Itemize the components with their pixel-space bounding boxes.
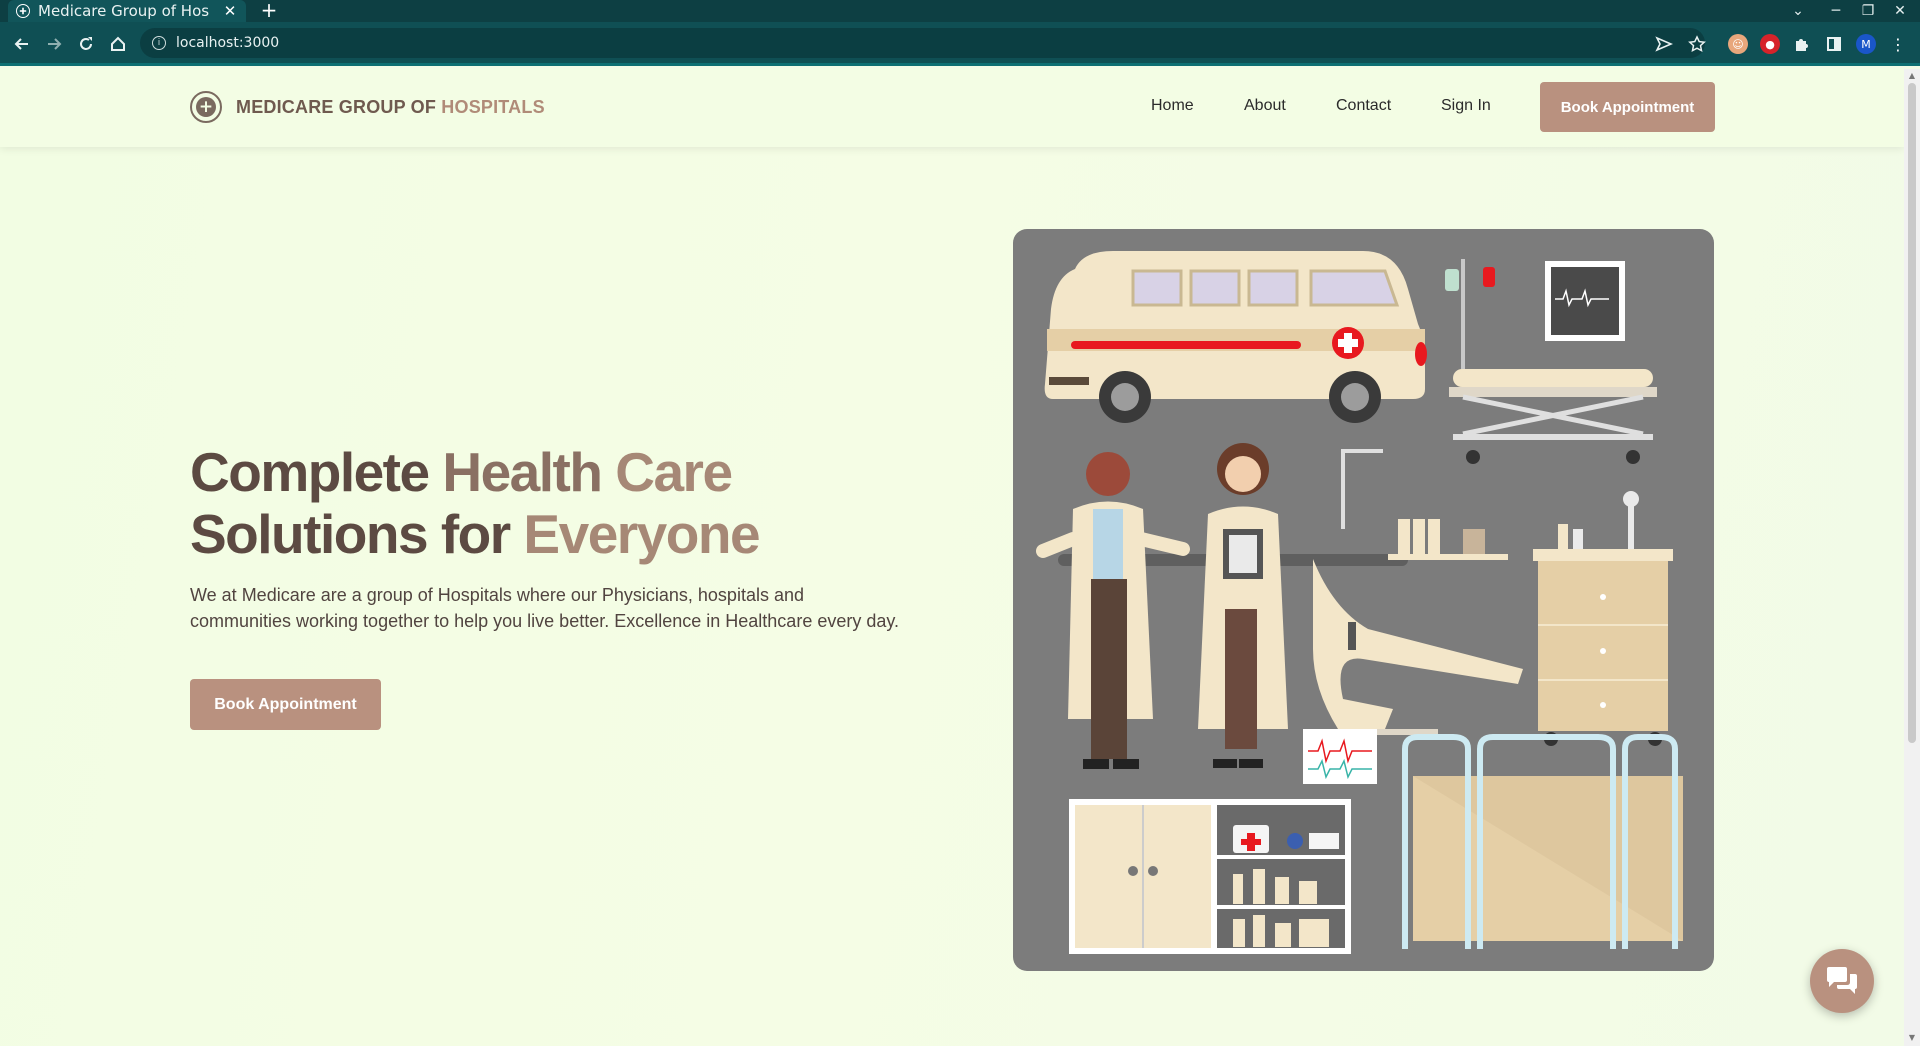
site-navbar: + MEDICARE GROUP OF HOSPITALS Home About… [0, 69, 1904, 147]
site-info-icon[interactable]: i [152, 36, 166, 50]
nav-link-sign-in[interactable]: Sign In [1441, 97, 1491, 115]
back-icon[interactable] [11, 33, 33, 55]
tab-favicon-icon [16, 4, 30, 18]
extension-face-icon[interactable]: ☺ [1728, 34, 1748, 54]
extensions-puzzle-icon[interactable] [1792, 34, 1812, 54]
brand-logo-link[interactable]: + MEDICARE GROUP OF HOSPITALS [190, 91, 545, 123]
browser-tab[interactable]: Medicare Group of Hospitals ✕ [8, 0, 246, 22]
minimize-icon[interactable]: ─ [1821, 0, 1851, 22]
medical-cross-icon: + [190, 91, 222, 123]
medicine-cabinet-illustration [1069, 799, 1351, 954]
forward-icon[interactable] [43, 33, 65, 55]
page-viewport: + MEDICARE GROUP OF HOSPITALS Home About… [0, 69, 1904, 1046]
browser-menu-icon[interactable]: ⋮ [1888, 34, 1908, 54]
privacy-screen-illustration [1402, 734, 1683, 949]
hospital-bed-illustration [1445, 259, 1657, 464]
ecg-chart-illustration [1303, 729, 1377, 784]
chat-bubbles-icon [1827, 967, 1857, 994]
page-scrollbar[interactable]: ▲ ▼ [1904, 69, 1920, 1046]
new-tab-button[interactable]: + [258, 0, 280, 22]
tab-close-icon[interactable]: ✕ [222, 2, 238, 20]
nav-book-appointment-button[interactable]: Book Appointment [1540, 82, 1715, 132]
address-url: localhost:3000 [176, 35, 280, 51]
nav-link-home[interactable]: Home [1151, 97, 1194, 115]
home-icon[interactable] [107, 33, 129, 55]
hero-title: Complete Health Care Solutions for Every… [190, 441, 761, 565]
nav-link-contact[interactable]: Contact [1336, 97, 1391, 115]
chat-button[interactable] [1810, 949, 1874, 1013]
male-doctor-illustration [1036, 452, 1190, 769]
browser-tab-strip: Medicare Group of Hospitals ✕ + ⌄ ─ ❐ ✕ [0, 0, 1920, 22]
restore-icon[interactable]: ❐ [1853, 0, 1883, 22]
brand-name: MEDICARE GROUP OF HOSPITALS [236, 96, 545, 117]
scroll-up-arrow-icon[interactable]: ▲ [1907, 72, 1917, 80]
profile-avatar[interactable]: M [1856, 34, 1876, 54]
tab-title: Medicare Group of Hospitals [38, 2, 210, 20]
hero-book-appointment-button[interactable]: Book Appointment [190, 679, 381, 730]
bookmark-star-icon[interactable] [1686, 33, 1708, 55]
browser-toolbar: i localhost:3000 ☺ ● M ⋮ [0, 22, 1920, 66]
hero-description: We at Medicare are a group of Hospitals … [190, 585, 900, 631]
medical-cart-illustration [1533, 491, 1673, 746]
tab-list-chevron-icon[interactable]: ⌄ [1783, 0, 1813, 22]
hospital-illustration [1013, 229, 1714, 971]
nav-link-about[interactable]: About [1244, 97, 1286, 115]
extension-red-icon[interactable]: ● [1760, 34, 1780, 54]
address-bar[interactable]: i localhost:3000 [140, 28, 1705, 58]
reload-icon[interactable] [75, 33, 97, 55]
side-panel-icon[interactable] [1824, 34, 1844, 54]
female-doctor-illustration [1198, 443, 1288, 768]
window-close-icon[interactable]: ✕ [1885, 0, 1915, 22]
exam-chair-illustration [1313, 449, 1523, 735]
scroll-thumb[interactable] [1908, 83, 1916, 743]
send-icon[interactable] [1653, 33, 1675, 55]
scroll-down-arrow-icon[interactable]: ▼ [1907, 1034, 1917, 1042]
